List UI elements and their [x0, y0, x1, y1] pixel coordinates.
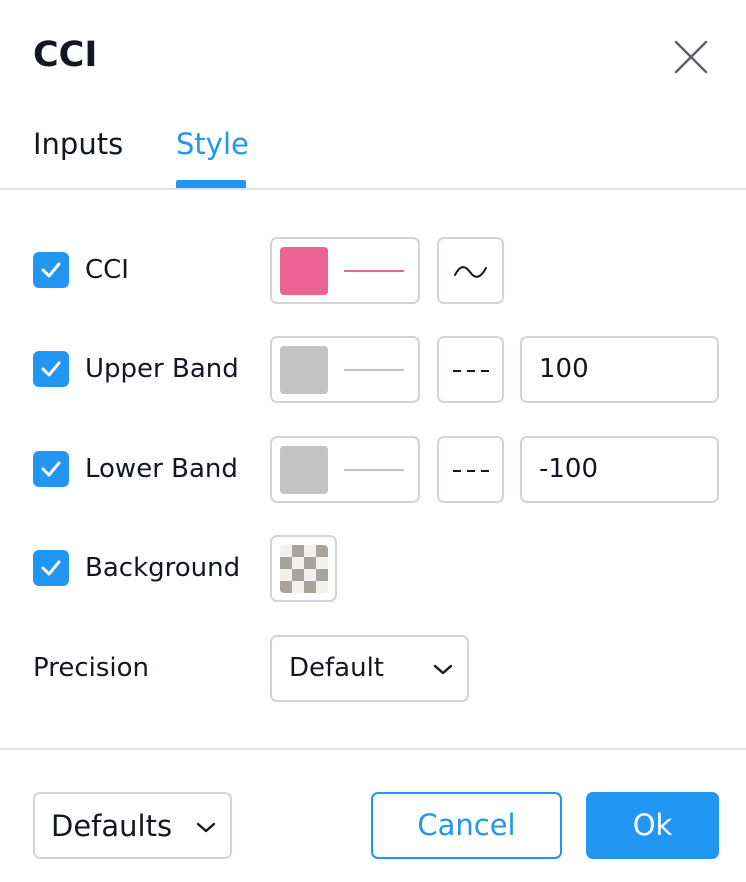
chevron-down-icon: [196, 822, 216, 833]
divider: [0, 188, 746, 190]
cancel-button[interactable]: Cancel: [371, 792, 562, 859]
line-sample: [344, 270, 404, 272]
defaults-label: Defaults: [51, 809, 173, 843]
dashed-line-icon: [453, 470, 489, 472]
upper-band-color-button[interactable]: [270, 336, 420, 403]
tab-bar: Inputs Style: [0, 118, 746, 190]
lower-band-line-style-button[interactable]: [437, 436, 504, 503]
upper-band-line-style-button[interactable]: [437, 336, 504, 403]
line-sample: [344, 469, 404, 471]
indicator-settings-dialog: CCI Inputs Style CCI Upper Band 100 Lowe…: [0, 0, 746, 882]
close-button[interactable]: [668, 34, 714, 80]
background-label: Background: [85, 553, 241, 583]
cci-color-button[interactable]: [270, 237, 420, 304]
checkmark-icon: [41, 461, 61, 477]
precision-label: Precision: [33, 653, 150, 683]
transparent-swatch-icon: [280, 545, 328, 593]
lower-band-color-button[interactable]: [270, 436, 420, 503]
divider: [0, 748, 746, 750]
chevron-down-icon: [433, 664, 453, 675]
active-tab-indicator: [176, 180, 246, 188]
color-swatch: [280, 446, 328, 494]
color-swatch: [280, 247, 328, 295]
upper-band-checkbox[interactable]: [33, 351, 69, 387]
wave-line-icon: [454, 266, 487, 278]
defaults-dropdown[interactable]: Defaults: [33, 792, 232, 859]
cci-plot-style-button[interactable]: [437, 237, 504, 304]
background-checkbox[interactable]: [33, 550, 69, 586]
cci-label: CCI: [85, 255, 129, 285]
upper-band-value-input[interactable]: 100: [520, 336, 719, 403]
checkmark-icon: [41, 262, 61, 278]
line-sample: [344, 369, 404, 371]
lower-band-checkbox[interactable]: [33, 451, 69, 487]
dialog-title: CCI: [33, 35, 98, 75]
close-icon: [674, 40, 708, 74]
color-swatch: [280, 346, 328, 394]
precision-selected-value: Default: [289, 653, 384, 683]
ok-button[interactable]: Ok: [586, 792, 719, 859]
checkmark-icon: [41, 560, 61, 576]
cci-checkbox[interactable]: [33, 252, 69, 288]
upper-band-label: Upper Band: [85, 354, 239, 384]
background-color-button[interactable]: [270, 535, 337, 602]
checkmark-icon: [41, 361, 61, 377]
tab-inputs[interactable]: Inputs: [33, 118, 123, 190]
precision-select[interactable]: Default: [270, 635, 469, 702]
dashed-line-icon: [453, 370, 489, 372]
lower-band-label: Lower Band: [85, 454, 238, 484]
lower-band-value-input[interactable]: -100: [520, 436, 719, 503]
